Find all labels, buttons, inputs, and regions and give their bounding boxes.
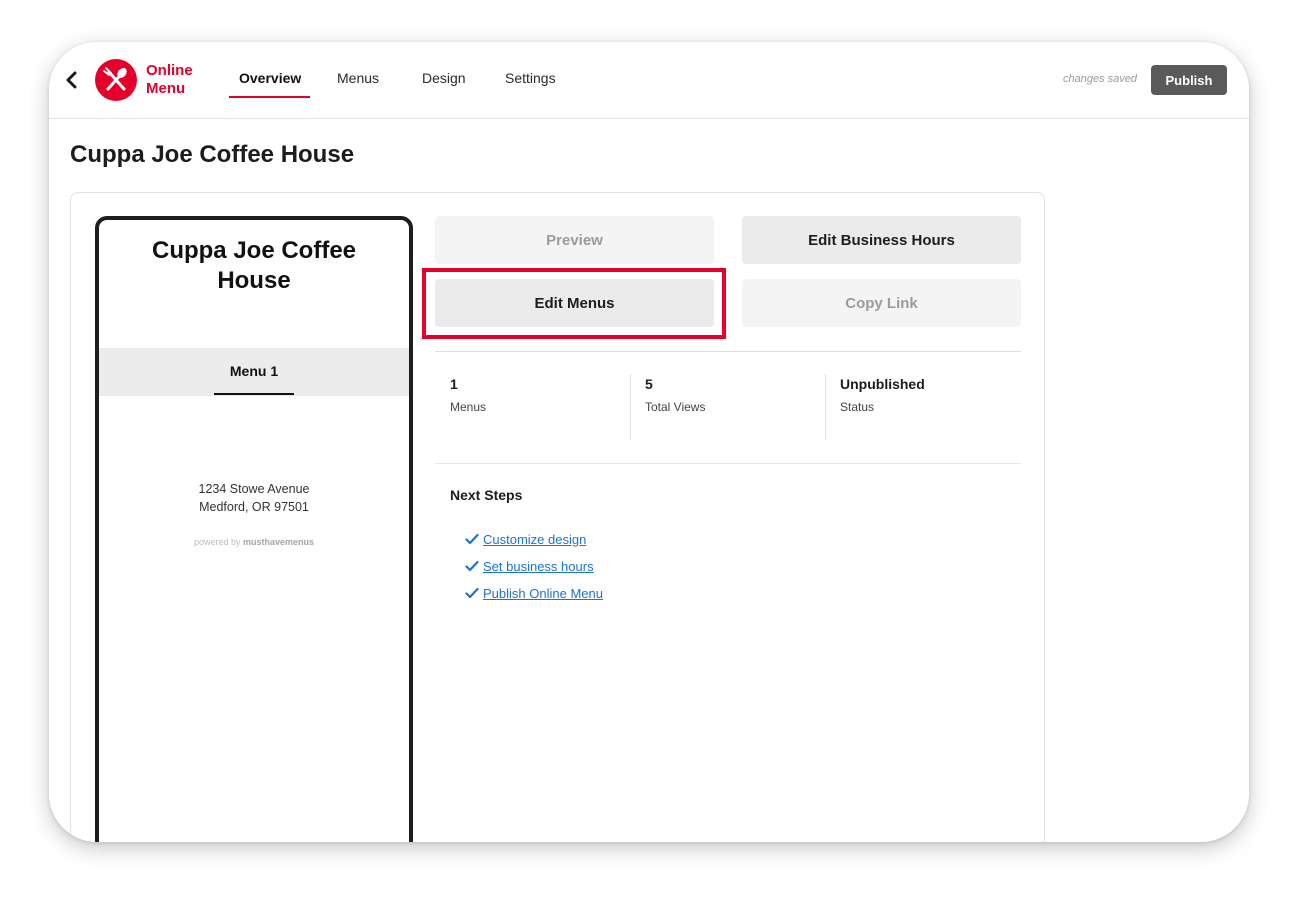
preview-menu-tab[interactable]: Menu 1 (99, 363, 409, 379)
preview-menu-tab-underline (214, 393, 294, 395)
checkmark-icon (465, 587, 479, 599)
stat-value: Unpublished (840, 376, 925, 392)
logo-line-1: Online (146, 62, 193, 79)
stat-menus: 1 Menus (450, 376, 630, 414)
stat-status: Unpublished Status (840, 376, 1020, 414)
stat-value: 5 (645, 376, 653, 392)
copy-link-button[interactable]: Copy Link (742, 279, 1021, 327)
app-window: Online Menu Overview Menus Design Settin… (49, 42, 1249, 842)
stat-label: Total Views (645, 400, 706, 414)
next-step-item: Set business hours (465, 557, 594, 575)
stat-label: Status (840, 400, 875, 414)
powered-by-prefix: powered by (193, 537, 241, 547)
next-steps-title: Next Steps (450, 487, 523, 503)
stat-label: Menus (450, 400, 487, 414)
checkmark-icon (465, 560, 479, 572)
page-title: Cuppa Joe Coffee House (70, 141, 355, 168)
powered-by-brand: musthavemenus (243, 537, 315, 547)
checkmark-icon (465, 533, 479, 545)
tab-overview[interactable]: Overview (239, 70, 301, 86)
divider (435, 351, 1021, 352)
publish-button[interactable]: Publish (1151, 65, 1227, 95)
preview-business-name-line-1: Cuppa Joe Coffee (151, 237, 357, 264)
edit-menus-button[interactable]: Edit Menus (435, 279, 714, 327)
active-tab-indicator (229, 96, 310, 98)
back-chevron-icon[interactable] (63, 69, 81, 91)
tab-menus[interactable]: Menus (337, 70, 379, 86)
logo-line-2: Menu (146, 80, 186, 97)
stat-divider (630, 374, 631, 440)
stat-divider (825, 374, 826, 440)
set-business-hours-link[interactable]: Set business hours (483, 559, 594, 574)
fork-spoon-logo-icon (95, 59, 137, 101)
top-bar: Online Menu Overview Menus Design Settin… (49, 42, 1249, 119)
next-step-item: Publish Online Menu (465, 584, 603, 602)
next-step-item: Customize design (465, 530, 586, 548)
preview-address: 1234 Stowe Avenue Medford, OR 97501 (99, 480, 409, 516)
save-status-text: changes saved (1063, 73, 1137, 85)
publish-online-menu-link[interactable]: Publish Online Menu (483, 586, 603, 601)
customize-design-link[interactable]: Customize design (483, 532, 586, 547)
divider (435, 463, 1021, 464)
preview-business-name-line-2: House (217, 267, 291, 294)
preview-address-line-1: 1234 Stowe Avenue (198, 482, 310, 496)
edit-business-hours-button[interactable]: Edit Business Hours (742, 216, 1021, 264)
app-logo-text: Online Menu (146, 62, 216, 98)
stat-total-views: 5 Total Views (645, 376, 825, 414)
powered-by-footer: powered by musthavemenus (99, 537, 409, 547)
tab-settings[interactable]: Settings (505, 70, 556, 86)
phone-preview: Cuppa Joe Coffee House Menu 1 1234 Stowe… (95, 216, 413, 842)
stat-value: 1 (450, 376, 458, 392)
preview-address-line-2: Medford, OR 97501 (199, 500, 309, 514)
overview-card: Cuppa Joe Coffee House Menu 1 1234 Stowe… (70, 192, 1045, 842)
preview-button[interactable]: Preview (435, 216, 714, 264)
preview-menu-strip: Menu 1 (99, 348, 409, 396)
preview-business-name: Cuppa Joe Coffee House (99, 236, 409, 296)
tab-design[interactable]: Design (422, 70, 466, 86)
